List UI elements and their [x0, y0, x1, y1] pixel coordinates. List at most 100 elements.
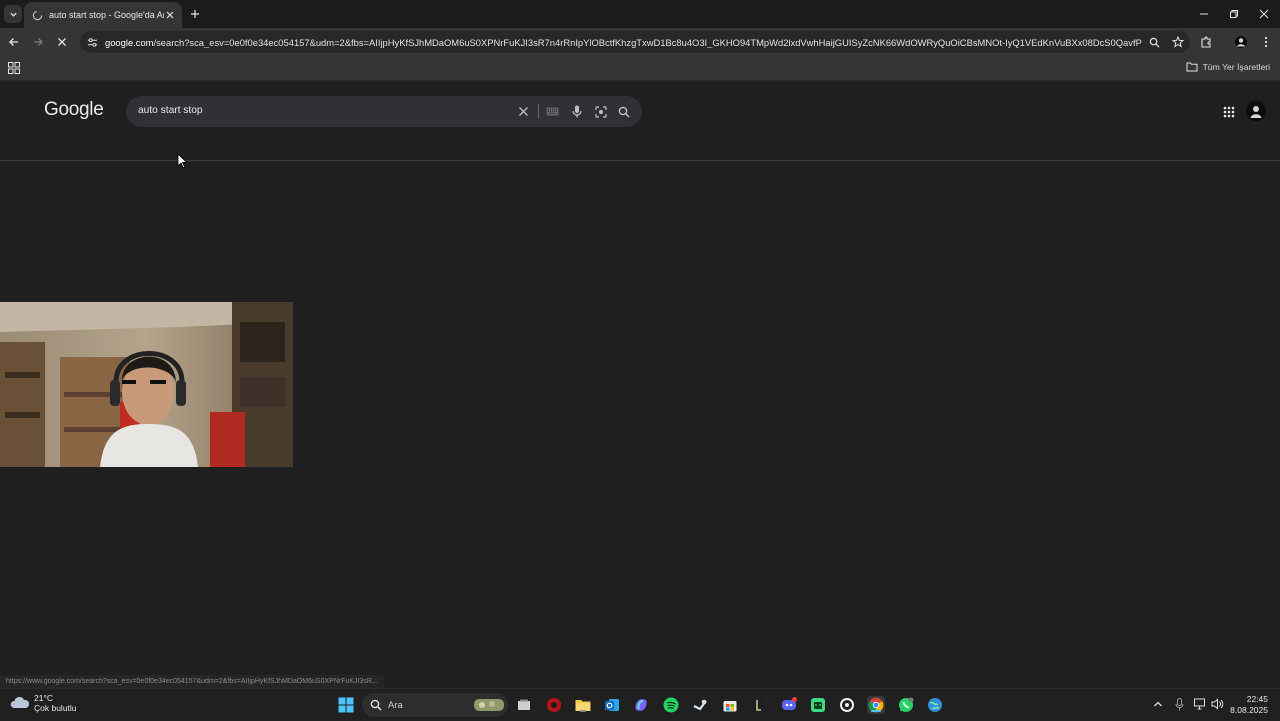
close-icon	[519, 107, 528, 116]
plus-icon	[191, 10, 199, 18]
tab-strip: auto start stop - Google'da Ara	[0, 0, 1280, 28]
taskbar-app-steam[interactable]	[691, 696, 709, 714]
google-apps-icon[interactable]	[1222, 105, 1236, 119]
store-icon	[723, 701, 737, 712]
search-highlight-icon	[474, 699, 504, 711]
cloud-icon	[10, 696, 30, 708]
forward-button[interactable]	[30, 34, 46, 50]
taskbar-search[interactable]: Ara	[362, 693, 508, 717]
lens-search-button[interactable]	[593, 104, 608, 119]
taskbar-app-copilot[interactable]	[632, 696, 650, 714]
microphone-icon	[571, 105, 582, 118]
new-tab-button[interactable]	[188, 7, 202, 21]
arrow-right-icon	[34, 38, 43, 46]
speaker-icon	[1211, 698, 1223, 710]
stop-loading-button[interactable]	[54, 34, 70, 50]
extensions-button[interactable]	[1198, 34, 1214, 50]
search-icon	[1149, 37, 1160, 48]
address-bar[interactable]: google.com/search?sca_esv=0e0f0e34ec0541…	[80, 31, 1190, 53]
back-button[interactable]	[6, 34, 22, 50]
tab-active[interactable]: auto start stop - Google'da Ara	[24, 2, 182, 28]
webcam-overlay	[0, 302, 293, 467]
weather-text: 21°C Çok bulutlu	[34, 693, 77, 713]
search-box[interactable]: auto start stop	[126, 96, 642, 127]
url-text: google.com/search?sca_esv=0e0f0e34ec0541…	[105, 37, 1142, 48]
volume-tray[interactable]	[1210, 697, 1224, 711]
star-icon	[1172, 36, 1184, 48]
taskbar-app-chrome[interactable]	[867, 696, 885, 714]
arrow-left-icon	[9, 38, 18, 46]
site-info-button[interactable]	[85, 35, 99, 49]
tab-close-button[interactable]	[164, 9, 176, 21]
chevron-up-icon	[1154, 701, 1162, 707]
url-path: /search?sca_esv=0e0f0e34ec054157&udm=2&f…	[153, 36, 1142, 48]
apps-grid-icon[interactable]	[7, 61, 21, 75]
minimize-icon	[1200, 13, 1208, 15]
restore-button[interactable]	[1224, 5, 1244, 23]
puzzle-icon	[1201, 36, 1211, 48]
game-launcher-icon	[755, 698, 763, 712]
status-bar-url: https://www.google.com/search?sca_esv=0e…	[0, 675, 384, 688]
start-button[interactable]	[337, 696, 355, 714]
voice-search-button[interactable]	[569, 104, 584, 119]
active-indicator	[871, 710, 881, 712]
more-vert-icon	[1264, 36, 1268, 48]
microphone-tray[interactable]	[1172, 697, 1186, 711]
steam-icon	[693, 699, 707, 711]
browser-toolbar: google.com/search?sca_esv=0e0f0e34ec0541…	[0, 28, 1280, 56]
outlook-icon	[605, 699, 619, 711]
task-view-icon	[518, 699, 530, 710]
zoom-button[interactable]	[1146, 34, 1162, 50]
restore-icon	[1230, 10, 1238, 18]
taskbar-app-spotify[interactable]	[662, 696, 680, 714]
bookmark-star-button[interactable]	[1170, 34, 1186, 50]
discord-icon	[782, 697, 797, 710]
folder-icon	[1186, 62, 1198, 72]
profile-button[interactable]	[1233, 34, 1249, 50]
show-hidden-icons-button[interactable]	[1151, 697, 1165, 711]
taskbar-app-store[interactable]	[721, 696, 739, 714]
close-icon	[166, 11, 174, 19]
search-icon	[370, 699, 382, 711]
taskbar-app-antivirus[interactable]	[545, 696, 563, 714]
mouse-cursor-icon	[177, 153, 187, 169]
shield-app-icon	[547, 698, 561, 712]
bookmarks-bar: Tüm Yer İşaretleri	[0, 56, 1280, 81]
clear-search-button[interactable]	[516, 104, 531, 119]
taskbar-app-obs[interactable]	[838, 696, 856, 714]
running-indicator	[580, 710, 586, 712]
close-window-button[interactable]	[1254, 5, 1274, 23]
google-logo[interactable]: Google	[44, 99, 104, 121]
webcam-feed-image	[0, 302, 293, 467]
monitor-network-icon	[1193, 698, 1205, 710]
taskbar-app-outlook[interactable]	[603, 696, 621, 714]
taskbar-clock[interactable]: 22:45 8.08.2025	[1230, 694, 1268, 716]
close-icon	[1259, 9, 1269, 19]
all-bookmarks-button[interactable]: Tüm Yer İşaretleri	[1186, 61, 1270, 72]
tab-search-button[interactable]	[4, 5, 22, 23]
minimize-button[interactable]	[1194, 5, 1214, 23]
keyboard-button[interactable]	[545, 104, 560, 119]
taskbar-app-whatsapp[interactable]	[897, 696, 915, 714]
recording-app-icon	[840, 698, 854, 712]
account-avatar[interactable]	[1246, 101, 1266, 121]
all-bookmarks-label: Tüm Yer İşaretleri	[1202, 61, 1270, 72]
menu-button[interactable]	[1258, 34, 1274, 50]
url-host: google.com	[105, 36, 154, 48]
page-content: Google auto start stop https://www.googl…	[0, 81, 1280, 688]
spotify-icon	[663, 697, 679, 713]
weather-condition: Çok bulutlu	[34, 703, 77, 713]
taskbar-app-android[interactable]	[809, 696, 827, 714]
weather-widget[interactable]: 21°C Çok bulutlu	[10, 693, 77, 713]
search-input[interactable]: auto start stop	[138, 105, 203, 116]
chevron-down-icon	[9, 12, 17, 17]
whatsapp-icon	[899, 697, 914, 712]
loading-icon	[32, 10, 43, 20]
taskbar-app-game-launcher[interactable]	[750, 696, 768, 714]
taskbar-app-discord[interactable]	[780, 696, 798, 714]
network-tray[interactable]	[1193, 697, 1207, 711]
search-submit-button[interactable]	[616, 104, 631, 119]
taskbar-app-network[interactable]	[926, 696, 944, 714]
task-view-button[interactable]	[515, 696, 533, 714]
taskbar-app-file-explorer[interactable]	[574, 696, 592, 714]
